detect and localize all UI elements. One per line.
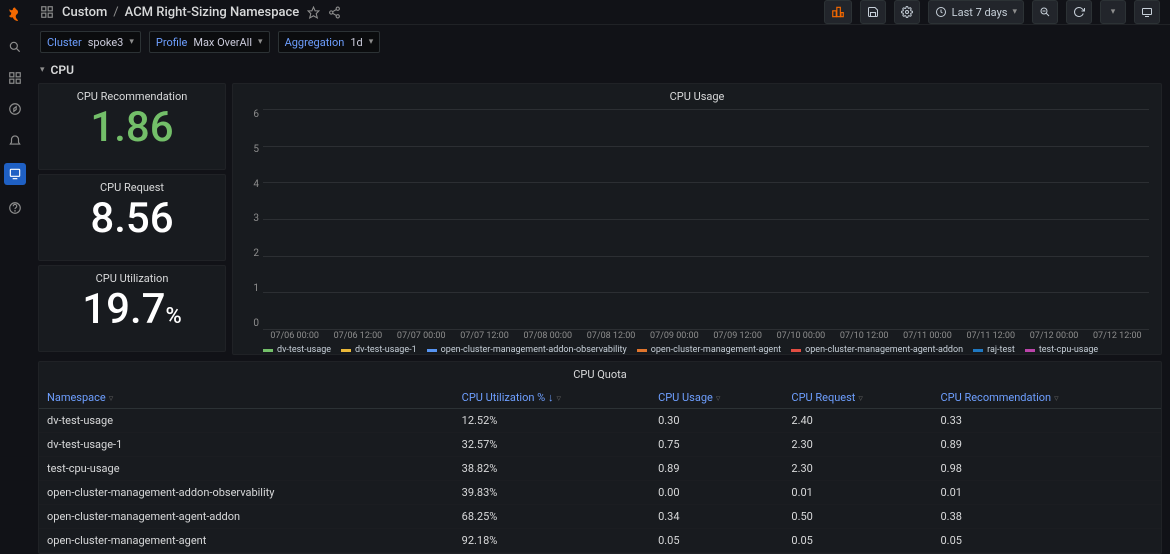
- legend-item[interactable]: open-cluster-management-agent: [637, 345, 781, 355]
- table-header[interactable]: CPU Request▿: [783, 387, 932, 409]
- stat-value: 19.7%: [39, 287, 225, 337]
- zoom-out-button[interactable]: [1032, 0, 1058, 24]
- settings-button[interactable]: [894, 0, 920, 24]
- share-icon[interactable]: [328, 6, 341, 19]
- var-cluster[interactable]: Cluster spoke3 ▾: [40, 31, 141, 53]
- y-axis: 6543210: [241, 109, 259, 329]
- dashboards-icon[interactable]: [7, 70, 23, 86]
- row-label: CPU: [51, 63, 74, 77]
- table-header[interactable]: Namespace▿: [39, 387, 454, 409]
- legend-item[interactable]: raj-test: [973, 345, 1015, 355]
- panel-title: CPU Request: [39, 175, 225, 196]
- panel-cpu-utilization[interactable]: CPU Utilization 19.7%: [38, 265, 226, 352]
- legend-item[interactable]: test-cpu-usage: [1025, 345, 1098, 355]
- add-panel-button[interactable]: [824, 0, 852, 24]
- chart-legend: dv-test-usage dv-test-usage-1 open-cluster…: [263, 345, 1149, 355]
- stat-value: 1.86: [39, 105, 225, 155]
- var-profile[interactable]: Profile Max OverAll ▾: [149, 31, 270, 53]
- row-cpu-header[interactable]: ▾ CPU: [30, 59, 1170, 83]
- table-row[interactable]: dv-test-usage-132.57%0.752.300.89: [39, 433, 1161, 457]
- panel-title: CPU Utilization: [39, 266, 225, 287]
- legend-item[interactable]: open-cluster-management-agent-addon: [791, 345, 963, 355]
- chevron-down-icon: ▾: [129, 37, 134, 47]
- chart-plot-area[interactable]: 6543210: [263, 109, 1149, 329]
- panel-grid-icon[interactable]: [40, 5, 54, 19]
- cpu-quota-table: Namespace▿CPU Utilization % ↓▿CPU Usage▿…: [39, 387, 1161, 553]
- tv-mode-button[interactable]: [1134, 0, 1160, 24]
- panel-title: CPU Usage: [233, 84, 1161, 105]
- table-header[interactable]: CPU Utilization % ↓▿: [454, 387, 650, 409]
- explore-icon[interactable]: [7, 101, 23, 117]
- panel-title: CPU Quota: [39, 362, 1161, 387]
- table-row[interactable]: dv-test-usage12.52%0.302.400.33: [39, 409, 1161, 433]
- panel-title: CPU Recommendation: [39, 84, 225, 105]
- table-row[interactable]: open-cluster-management-agent92.18%0.050…: [39, 529, 1161, 553]
- apps-icon[interactable]: [4, 163, 26, 185]
- x-axis: 07/06 00:0007/06 12:0007/07 00:0007/07 1…: [263, 331, 1149, 341]
- legend-item[interactable]: open-cluster-management-addon-observabil…: [427, 345, 627, 355]
- table-row[interactable]: test-cpu-usage38.82%0.892.300.98: [39, 457, 1161, 481]
- panel-cpu-usage-chart[interactable]: CPU Usage 6543210 07/06 00:0007/06 12:00…: [232, 83, 1162, 355]
- table-row[interactable]: open-cluster-management-agent-addon68.25…: [39, 505, 1161, 529]
- search-icon[interactable]: [7, 39, 23, 55]
- star-icon[interactable]: [307, 6, 320, 19]
- chevron-down-icon: ▾: [369, 37, 374, 47]
- chevron-down-icon: ▾: [1012, 7, 1017, 17]
- help-icon[interactable]: [7, 200, 23, 216]
- panel-cpu-recommendation[interactable]: CPU Recommendation 1.86: [38, 83, 226, 170]
- save-button[interactable]: [860, 0, 886, 24]
- breadcrumb: Custom / ACM Right-Sizing Namespace: [62, 5, 299, 20]
- chart-grid: [263, 109, 1149, 329]
- grafana-logo-icon[interactable]: [6, 6, 24, 24]
- refresh-interval-button[interactable]: ▾: [1100, 0, 1126, 24]
- chevron-down-icon: ▾: [40, 65, 45, 75]
- panel-cpu-request[interactable]: CPU Request 8.56: [38, 174, 226, 261]
- page-title[interactable]: ACM Right-Sizing Namespace: [125, 5, 300, 20]
- panel-cpu-quota-table[interactable]: CPU Quota Namespace▿CPU Utilization % ↓▿…: [38, 361, 1162, 554]
- table-row[interactable]: open-cluster-management-addon-observabil…: [39, 481, 1161, 505]
- alerting-icon[interactable]: [7, 132, 23, 148]
- var-aggregation[interactable]: Aggregation 1d ▾: [278, 31, 381, 53]
- time-range-label: Last 7 days: [952, 6, 1008, 19]
- topbar: Custom / ACM Right-Sizing Namespace Last…: [30, 0, 1170, 25]
- sidebar: [0, 0, 30, 529]
- stat-value: 8.56: [39, 196, 225, 246]
- time-range-picker[interactable]: Last 7 days ▾: [928, 0, 1024, 24]
- table-header[interactable]: CPU Recommendation▿: [932, 387, 1161, 409]
- chevron-down-icon: ▾: [258, 37, 263, 47]
- variable-bar: Cluster spoke3 ▾ Profile Max OverAll ▾ A…: [30, 25, 1170, 59]
- folder-name[interactable]: Custom: [62, 5, 107, 20]
- table-header[interactable]: CPU Usage▿: [650, 387, 783, 409]
- legend-item[interactable]: dv-test-usage: [263, 345, 331, 355]
- refresh-button[interactable]: [1066, 0, 1092, 24]
- legend-item[interactable]: dv-test-usage-1: [341, 345, 417, 355]
